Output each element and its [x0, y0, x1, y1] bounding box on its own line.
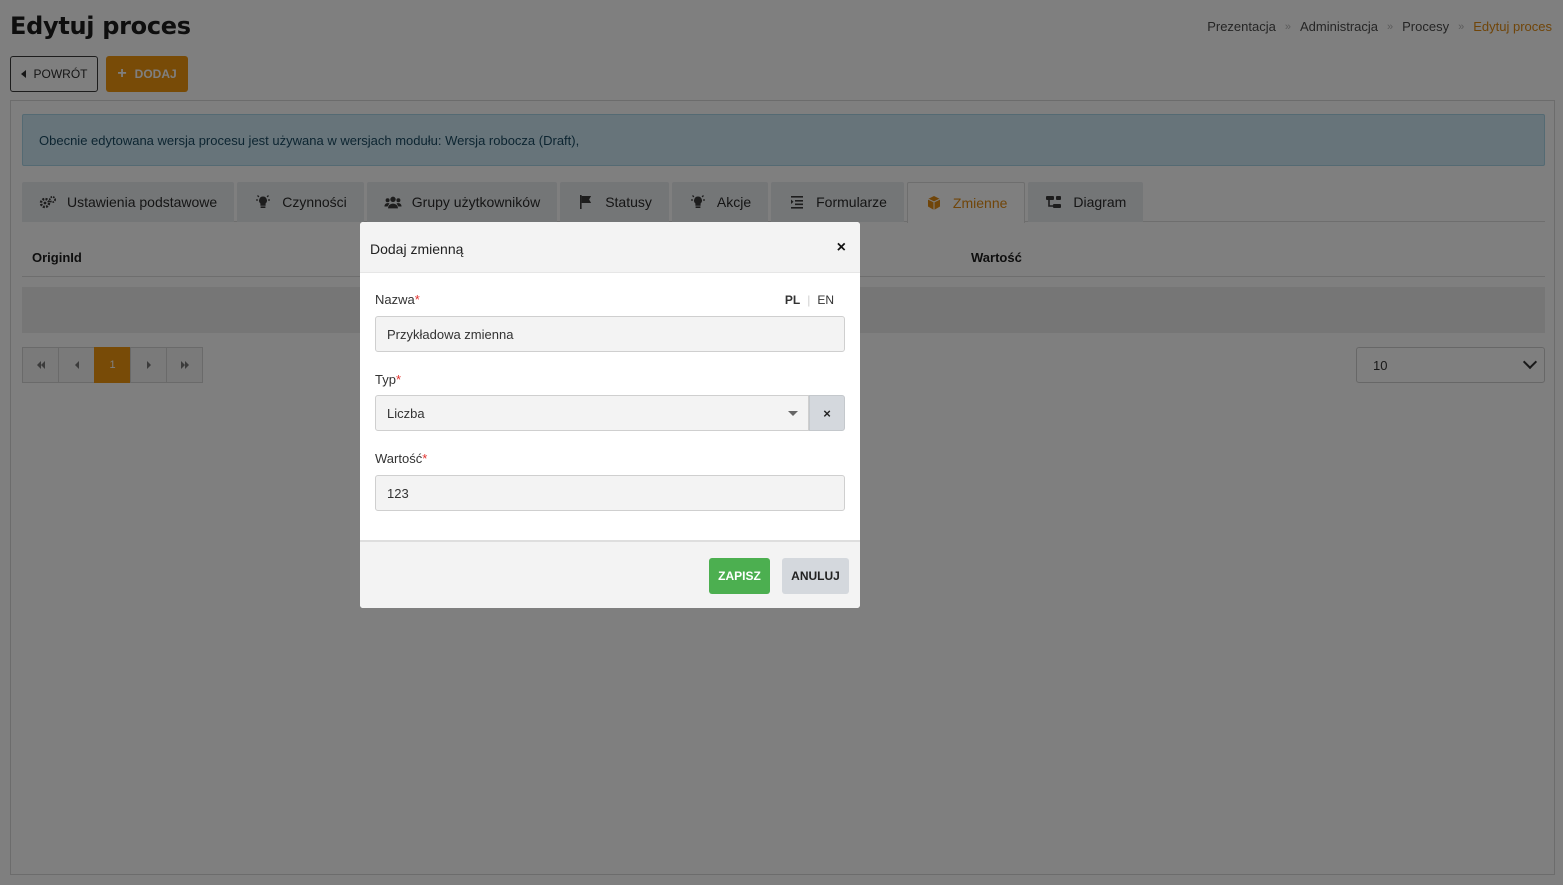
value-field-label: Wartość*: [375, 451, 427, 466]
language-switcher: PL | EN: [785, 293, 834, 307]
name-label-text: Nazwa: [375, 292, 415, 307]
language-divider: |: [807, 293, 811, 307]
type-select-value: Liczba: [387, 406, 425, 421]
value-input-value: 123: [387, 486, 409, 501]
clear-type-button[interactable]: ×: [809, 395, 845, 431]
language-pl[interactable]: PL: [785, 293, 800, 307]
add-variable-modal: Dodaj zmienną × Nazwa* PL | EN Przykłado…: [360, 222, 860, 608]
name-field-label: Nazwa*: [375, 292, 420, 307]
cancel-button[interactable]: ANULUJ: [782, 558, 849, 594]
type-label-text: Typ: [375, 372, 396, 387]
language-en[interactable]: EN: [817, 293, 834, 307]
close-icon[interactable]: ×: [837, 239, 846, 257]
required-marker: *: [414, 292, 420, 307]
required-marker: *: [422, 451, 428, 466]
name-input[interactable]: Przykładowa zmienna: [375, 316, 845, 352]
modal-title: Dodaj zmienną: [370, 241, 464, 257]
save-button[interactable]: ZAPISZ: [709, 558, 770, 594]
modal-footer: ZAPISZ ANULUJ: [360, 540, 860, 608]
value-input[interactable]: 123: [375, 475, 845, 511]
type-field-label: Typ*: [375, 372, 401, 387]
name-input-value: Przykładowa zmienna: [387, 327, 514, 342]
value-label-text: Wartość: [375, 451, 423, 466]
type-select[interactable]: Liczba: [375, 395, 809, 431]
required-marker: *: [395, 372, 402, 387]
modal-header: Dodaj zmienną ×: [360, 222, 860, 273]
caret-down-icon: [788, 411, 798, 416]
